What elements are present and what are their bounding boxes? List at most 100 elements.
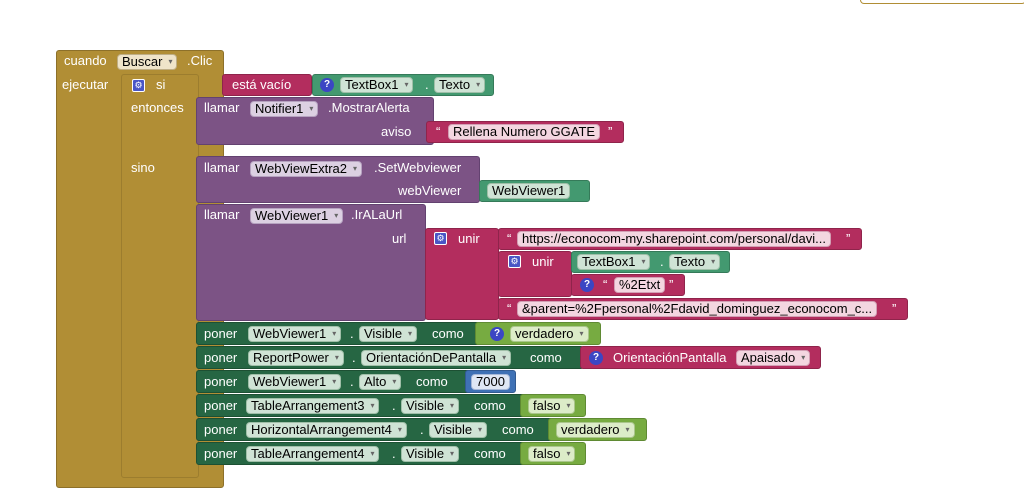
if-else-block[interactable] [121, 74, 199, 478]
true-dropdown[interactable]: verdadero ▾ [510, 326, 589, 342]
chevron-down-icon: ▾ [641, 257, 646, 266]
setter-component-dropdown[interactable]: ReportPower ▾ [248, 350, 344, 366]
event-component-dropdown[interactable]: Buscar ▾ [117, 54, 178, 70]
texto-value: Texto [439, 77, 471, 92]
setter-property-dropdown[interactable]: Visible ▾ [429, 422, 488, 438]
close-quote: ” [892, 301, 897, 316]
setter-component-dropdown[interactable]: TableArrangement3 ▾ [246, 398, 380, 414]
poner-label: poner [204, 350, 238, 365]
close-quote: ” [669, 277, 674, 292]
llamar-label: llamar [204, 207, 240, 222]
event-cuando-label: cuando [64, 53, 107, 68]
chevron-down-icon: ▾ [334, 353, 339, 362]
notifier-component-value: Notifier1 [255, 101, 304, 116]
setter-component-dropdown[interactable]: HorizontalArrangement4 ▾ [246, 422, 407, 438]
dot-separator: . [352, 350, 356, 365]
texto-property-dropdown[interactable]: Texto ▾ [434, 77, 486, 93]
alert-message-value[interactable]: Rellena Numero GGATE [448, 124, 601, 140]
texto-value-2: Texto [674, 254, 706, 269]
textbox-value: TextBox1 [345, 77, 399, 92]
true-value-2: verdadero [561, 422, 620, 437]
true-dropdown-2[interactable]: verdadero ▾ [556, 422, 635, 438]
ejecutar-label: ejecutar [62, 77, 109, 92]
setter-component-value: HorizontalArrangement4 [251, 422, 392, 437]
chevron-down-icon: ▾ [476, 80, 481, 89]
orientation-dropdown[interactable]: Apaisado ▾ [736, 350, 811, 366]
mutator-gear-icon[interactable]: ⚙ [132, 79, 145, 92]
url-part2-value[interactable]: &parent=%2Fpersonal%2Fdavid_dominguez_ec… [517, 301, 878, 317]
setter-component-dropdown[interactable]: WebViewer1 ▾ [248, 326, 342, 342]
help-question-icon[interactable]: ? [490, 327, 504, 341]
setter-property-dropdown[interactable]: OrientaciónDePantalla ▾ [361, 350, 512, 366]
dot-separator: . [425, 77, 429, 92]
como-label: como [530, 350, 562, 365]
setter-property-value: OrientaciónDePantalla [366, 350, 497, 365]
chevron-down-icon: ▾ [332, 377, 337, 386]
chevron-down-icon: ▾ [566, 449, 571, 458]
aviso-param-label: aviso [381, 124, 412, 139]
help-question-icon[interactable]: ? [580, 278, 594, 292]
textbox-component-dropdown-2[interactable]: TextBox1 ▾ [577, 254, 651, 270]
setter-property-value: Visible [434, 422, 473, 437]
gotourl-component-dropdown[interactable]: WebViewer1 ▾ [250, 208, 344, 224]
open-quote: “ [603, 277, 608, 292]
setter-component-dropdown[interactable]: WebViewer1 ▾ [248, 374, 342, 390]
orientation-label: OrientaciónPantalla [613, 350, 727, 365]
false-dropdown-2[interactable]: falso ▾ [528, 446, 576, 462]
setter-property-dropdown[interactable]: Visible ▾ [401, 398, 460, 414]
setter-component-dropdown[interactable]: TableArrangement4 ▾ [246, 446, 380, 462]
notifier-component-dropdown[interactable]: Notifier1 ▾ [250, 101, 319, 117]
false-value-2: falso [533, 446, 561, 461]
setter-component-value: WebViewer1 [253, 326, 327, 341]
encoded-ext-value[interactable]: %2Etxt [614, 277, 666, 293]
como-label: como [474, 398, 506, 413]
chevron-down-icon: ▾ [404, 80, 409, 89]
chevron-down-icon: ▾ [392, 377, 397, 386]
sino-label: sino [131, 160, 155, 175]
setwebviewer-method-label: .SetWebviewer [374, 160, 462, 175]
chevron-down-icon: ▾ [309, 104, 314, 113]
chevron-down-icon: ▾ [450, 449, 455, 458]
number-value[interactable]: 7000 [471, 374, 510, 390]
chevron-down-icon: ▾ [332, 329, 337, 338]
chevron-down-icon: ▾ [397, 425, 402, 434]
setter-property-dropdown[interactable]: Visible ▾ [401, 446, 460, 462]
goto-url-method-label: .IrALaUrl [351, 207, 403, 222]
chevron-down-icon: ▾ [370, 449, 375, 458]
chevron-down-icon: ▾ [168, 57, 173, 66]
poner-label: poner [204, 446, 238, 461]
como-label: como [474, 446, 506, 461]
help-question-icon[interactable]: ? [320, 78, 334, 92]
chevron-down-icon: ▾ [334, 211, 339, 220]
close-quote: ” [846, 231, 851, 246]
webviewextra-component-value: WebViewExtra2 [255, 161, 348, 176]
chevron-down-icon: ▾ [370, 401, 375, 410]
gotourl-component-value: WebViewer1 [255, 208, 329, 223]
true-value: verdadero [515, 326, 574, 341]
mutator-gear-icon[interactable]: ⚙ [508, 255, 521, 268]
is-empty-label: está vacío [232, 77, 292, 92]
textbox-component-dropdown[interactable]: TextBox1 ▾ [340, 77, 414, 93]
webviewer-component-value[interactable]: WebViewer1 [487, 183, 571, 199]
llamar-label: llamar [204, 160, 240, 175]
chevron-down-icon: ▾ [579, 329, 584, 338]
poner-label: poner [204, 374, 238, 389]
false-dropdown[interactable]: falso ▾ [528, 398, 576, 414]
webviewer-param-label: webViewer [398, 183, 462, 198]
setter-property-dropdown[interactable]: Alto ▾ [359, 374, 402, 390]
texto-property-dropdown-2[interactable]: Texto ▾ [669, 254, 721, 270]
como-label: como [432, 326, 464, 341]
mutator-gear-icon[interactable]: ⚙ [434, 232, 447, 245]
event-name-label: .Clic [187, 53, 213, 68]
chevron-down-icon: ▾ [450, 401, 455, 410]
dot-separator: . [392, 398, 396, 413]
dot-separator: . [350, 326, 354, 341]
dot-separator: . [350, 374, 354, 389]
help-question-icon[interactable]: ? [589, 351, 603, 365]
setter-property-dropdown[interactable]: Visible ▾ [359, 326, 418, 342]
como-label: como [416, 374, 448, 389]
webviewextra-component-dropdown[interactable]: WebViewExtra2 ▾ [250, 161, 363, 177]
setter-component-value: TableArrangement4 [251, 446, 365, 461]
url-part1-value[interactable]: https://econocom-my.sharepoint.com/perso… [517, 231, 831, 247]
setter-property-value: Alto [364, 374, 387, 389]
